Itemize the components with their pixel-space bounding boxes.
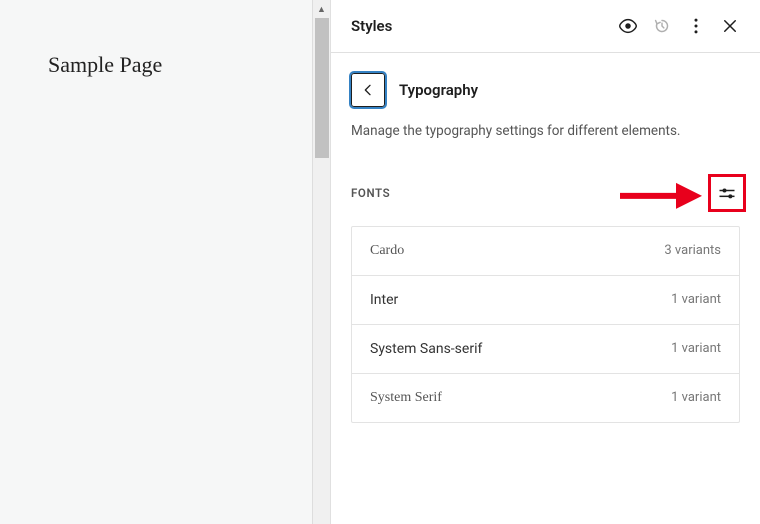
style-book-icon[interactable] [616,14,640,38]
fonts-label: FONTS [351,186,708,200]
section-header: Typography [331,53,760,121]
font-name: System Serif [370,390,442,406]
font-variants: 1 variant [671,341,721,356]
font-variants: 1 variant [671,292,721,307]
font-name: System Sans-serif [370,341,482,357]
section-description: Manage the typography settings for diffe… [331,121,760,174]
font-list: Cardo 3 variants Inter 1 variant System … [351,226,740,423]
scrollbar-arrow-up-icon[interactable]: ▲ [313,0,330,18]
sliders-icon [717,183,737,203]
more-menu-icon[interactable] [684,14,708,38]
scrollbar-thumb[interactable] [315,18,329,158]
back-button[interactable] [351,73,385,107]
font-name: Inter [370,292,398,308]
font-settings-button[interactable] [708,174,746,212]
font-name: Cardo [370,243,404,259]
font-item[interactable]: System Serif 1 variant [352,374,739,422]
font-item[interactable]: Inter 1 variant [352,276,739,325]
fonts-header-row: FONTS [331,174,760,226]
preview-pane: Sample Page ▲ [0,0,330,524]
font-variants: 3 variants [664,243,721,258]
page-title: Sample Page [48,52,330,78]
styles-sidebar: Styles Typography Manage the typography … [330,0,760,524]
sidebar-header: Styles [331,0,760,53]
chevron-left-icon [360,82,376,98]
section-title: Typography [399,81,478,99]
revisions-icon[interactable] [650,14,674,38]
sidebar-title: Styles [351,17,606,35]
close-icon[interactable] [718,14,742,38]
font-item[interactable]: System Sans-serif 1 variant [352,325,739,374]
font-item[interactable]: Cardo 3 variants [352,227,739,276]
font-variants: 1 variant [671,390,721,405]
scrollbar-track[interactable]: ▲ [312,0,330,524]
